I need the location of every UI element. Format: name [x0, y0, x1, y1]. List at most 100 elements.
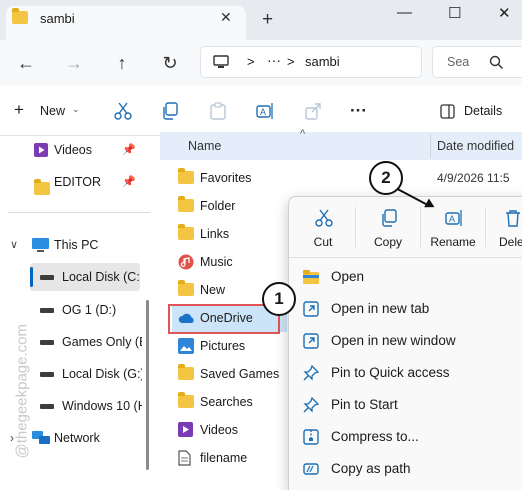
menu-item-pin-start[interactable]: Pin to Start	[289, 389, 522, 421]
refresh-button[interactable]: ↻	[156, 50, 184, 76]
drive-icon	[40, 372, 54, 377]
list-item-searches[interactable]: Searches	[172, 388, 287, 416]
date-modified-cell: 4/9/2026 11:5	[437, 171, 510, 185]
highlight-box	[168, 304, 280, 334]
sidebar-item-this-pc[interactable]: ∨ This PC	[6, 231, 148, 259]
new-window-icon	[303, 333, 319, 349]
details-label: Details	[464, 104, 503, 118]
cut-label: Cut	[313, 235, 333, 249]
list-item-pictures[interactable]: Pictures	[172, 332, 287, 360]
search-placeholder: Sea	[447, 55, 470, 69]
delete-label: Dele	[499, 235, 522, 249]
cut-button[interactable]: Cut	[291, 201, 355, 253]
rename-label: Rename	[430, 235, 476, 249]
delete-button[interactable]: Dele	[485, 201, 522, 253]
menu-item-label: Open in new tab	[331, 301, 430, 316]
pin-icon: 📌	[122, 144, 136, 156]
sidebar-divider	[8, 212, 150, 213]
menu-item-open[interactable]: Open	[289, 261, 522, 293]
folder-icon	[178, 392, 194, 408]
videos-icon	[178, 422, 193, 437]
column-header-name[interactable]: Name	[188, 139, 221, 153]
cut-icon[interactable]	[114, 102, 132, 120]
sidebar-item-local-disk-c[interactable]: Local Disk (C:)	[30, 263, 140, 291]
menu-item-open-new-tab[interactable]: Open in new tab	[289, 293, 522, 325]
chevron-down-icon: ⌄	[72, 104, 80, 114]
more-options-button[interactable]: ···	[350, 101, 367, 121]
tab-title: sambi	[40, 11, 75, 26]
list-item-links[interactable]: Links	[172, 220, 287, 248]
maximize-button[interactable]: ☐	[448, 4, 461, 22]
list-item-filename[interactable]: filename	[172, 444, 287, 472]
copy-icon[interactable]	[161, 102, 179, 120]
rename-icon[interactable]: A	[256, 102, 274, 120]
sidebar-item-label: This PC	[54, 238, 99, 252]
up-button[interactable]: ↑	[108, 50, 136, 76]
list-item-favorites[interactable]: Favorites	[172, 164, 287, 192]
selection-indicator	[30, 267, 33, 287]
sidebar-item-label: EDITOR	[54, 175, 101, 189]
sidebar-item-label: Videos	[54, 143, 92, 157]
paste-icon[interactable]	[209, 102, 227, 120]
sidebar-item-og1-d[interactable]: OG 1 (D:)	[30, 296, 142, 324]
list-item-label: Favorites	[200, 171, 252, 185]
sidebar-item-label: Windows 10 (H	[62, 399, 142, 413]
sidebar-item-games-only-e[interactable]: Games Only (E	[30, 328, 142, 356]
sidebar-item-editor[interactable]: EDITOR 📌	[30, 168, 148, 196]
minimize-button[interactable]: —	[397, 4, 412, 21]
menu-item-compress[interactable]: Compress to...	[289, 421, 522, 453]
sidebar-item-videos[interactable]: Videos 📌	[30, 136, 148, 164]
context-menu: Cut Copy A Rename Dele Open Open in new …	[288, 196, 522, 490]
back-button[interactable]: ←	[12, 50, 40, 76]
zip-icon	[303, 429, 319, 445]
search-input[interactable]: Sea	[432, 46, 522, 78]
sidebar-item-local-disk-g[interactable]: Local Disk (G:)	[30, 360, 142, 388]
search-icon	[489, 55, 504, 70]
list-item-label: Music	[200, 255, 233, 269]
sort-arrow-icon: ^	[300, 128, 306, 140]
scissors-icon	[315, 209, 333, 227]
drive-icon	[40, 404, 54, 409]
open-icon	[303, 270, 319, 284]
pictures-icon	[178, 338, 194, 354]
menu-item-label: Open in new window	[331, 333, 456, 348]
delete-icon	[506, 210, 520, 227]
breadcrumb-more[interactable]: ···	[267, 52, 281, 68]
forward-button[interactable]: →	[60, 50, 88, 76]
share-icon[interactable]	[304, 102, 322, 120]
close-tab-icon[interactable]: ✕	[220, 9, 232, 26]
list-item-label: Links	[200, 227, 230, 241]
details-button[interactable]: Details	[440, 101, 520, 123]
column-header-date[interactable]: Date modified	[437, 139, 514, 153]
copy-button[interactable]: Copy	[356, 201, 420, 253]
folder-icon	[178, 168, 194, 184]
folder-icon	[178, 196, 194, 212]
folder-icon	[12, 8, 28, 24]
plus-icon: +	[14, 100, 24, 119]
list-item-music[interactable]: Music	[172, 248, 287, 276]
list-item-folder[interactable]: Folder	[172, 192, 287, 220]
folder-icon	[178, 280, 194, 296]
menu-item-label: Compress to...	[331, 429, 419, 444]
menu-item-open-new-window[interactable]: Open in new window	[289, 325, 522, 357]
new-button[interactable]: + New ⌄	[14, 100, 84, 124]
sidebar-scrollbar[interactable]	[146, 300, 149, 470]
menu-item-pin-quick-access[interactable]: Pin to Quick access	[289, 357, 522, 389]
menu-item-label: Open	[331, 269, 365, 284]
sidebar-item-label: OG 1 (D:)	[62, 303, 117, 317]
file-icon	[178, 450, 191, 466]
address-bar[interactable]: > ··· > sambi	[200, 46, 422, 78]
new-tab-button[interactable]: +	[262, 9, 273, 31]
chevron-down-icon: ∨	[10, 239, 19, 251]
sidebar-item-windows-10-h[interactable]: Windows 10 (H	[30, 392, 142, 420]
menu-item-copy-as-path[interactable]: Copy as path	[289, 453, 522, 485]
pin-icon	[303, 365, 319, 381]
folder-icon	[178, 364, 194, 380]
list-item-videos[interactable]: Videos	[172, 416, 287, 444]
list-item-saved-games[interactable]: Saved Games	[172, 360, 287, 388]
close-window-button[interactable]: ✕	[498, 4, 511, 22]
menu-item-label: Copy as path	[331, 461, 411, 476]
breadcrumb-current[interactable]: sambi	[305, 54, 340, 69]
menu-item-label: Pin to Quick access	[331, 365, 450, 380]
rename-icon: A	[445, 210, 462, 226]
